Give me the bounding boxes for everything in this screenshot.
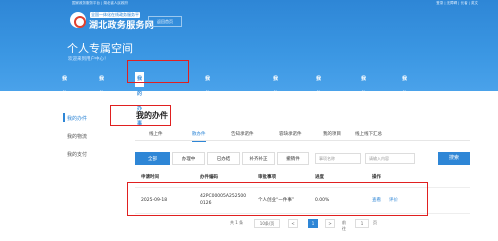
nav-item-favorites[interactable]: 我的收藏 [361, 72, 366, 127]
tab-notice-commitment[interactable]: 告知承诺件 [231, 129, 254, 141]
highlight-box-title [110, 105, 171, 126]
goto-suffix: 页 [373, 220, 377, 225]
nav-item-home[interactable]: 我的主页 [62, 72, 67, 127]
tab-my-projects[interactable]: 我的项目 [323, 129, 341, 141]
search-input[interactable]: 请输入内容 [365, 153, 415, 164]
filter-processing-button[interactable]: 办理中 [172, 152, 205, 165]
highlight-box-nav [127, 60, 189, 83]
filter-revoked-button[interactable]: 撤销件 [277, 152, 309, 165]
top-bar-links[interactable]: 国家政务服务平台 | 湖北省人民政府 [72, 1, 128, 6]
goto-page-input[interactable]: 1 [355, 219, 369, 228]
highlight-box-row [127, 182, 428, 216]
site-logo-icon[interactable] [70, 12, 86, 28]
page-size-select[interactable]: 10条/页 [254, 219, 280, 228]
nav-item-home-2[interactable]: 我的主页 [99, 72, 104, 127]
sidebar-item-payments[interactable]: 我的支付 [67, 151, 87, 158]
filter-supplement-button[interactable]: 补齐补正 [242, 152, 275, 165]
case-tabs: 线上件 散办件 告知承诺件 容缺承诺件 我的项目 线上线下汇总 [135, 129, 470, 142]
nav-item-footprints[interactable]: 我的足迹 [402, 72, 407, 127]
nav-item-interactions[interactable]: 我的互动 [316, 72, 321, 127]
tab-online[interactable]: 线上件 [149, 129, 163, 141]
filter-completed-button[interactable]: 已办结 [207, 152, 240, 165]
hero-subtitle: 欢迎来到用户中心！ [68, 57, 109, 62]
page-1-button[interactable]: 1 [308, 219, 318, 228]
item-name-select[interactable]: 事项名称 [315, 153, 361, 164]
tab-scattered[interactable]: 散办件 [192, 129, 206, 142]
sidebar-active-indicator [63, 113, 65, 122]
total-count: 共 1 条 [230, 220, 244, 225]
goto-label: 前往 [342, 220, 346, 231]
tab-tolerance-commitment[interactable]: 容缺承诺件 [279, 129, 302, 141]
tab-online-offline-summary[interactable]: 线上线下汇总 [355, 129, 382, 141]
nav-item-certificates[interactable]: 我的证照材料 [205, 72, 210, 157]
sidebar-item-logistics[interactable]: 我的物流 [67, 133, 87, 140]
search-button[interactable]: 搜索 [438, 152, 470, 165]
filter-all-button[interactable]: 全部 [135, 152, 170, 165]
top-bar-user-links[interactable]: 登录 | 无障碍 | 长者 | 英文 [436, 1, 478, 6]
return-home-button[interactable]: 返回首页 [148, 16, 182, 27]
next-page-button[interactable]: > [325, 219, 335, 228]
site-name[interactable]: 湖北政务服务网 [89, 18, 154, 31]
nav-item-reviews[interactable]: 我的评价 [273, 72, 278, 127]
header-hero: 国家政务服务平台 | 湖北省人民政府 登录 | 无障碍 | 长者 | 英文 全国… [0, 0, 498, 157]
prev-page-button[interactable]: < [288, 219, 298, 228]
top-bar: 国家政务服务平台 | 湖北省人民政府 登录 | 无障碍 | 长者 | 英文 [0, 0, 498, 6]
hero-title: 个人专属空间 [67, 42, 133, 55]
filter-bar: 全部 办理中 已办结 补齐补正 撤销件 事项名称 请输入内容 搜索 [135, 152, 470, 165]
sidebar-item-my-cases[interactable]: 我的办件 [67, 115, 87, 122]
